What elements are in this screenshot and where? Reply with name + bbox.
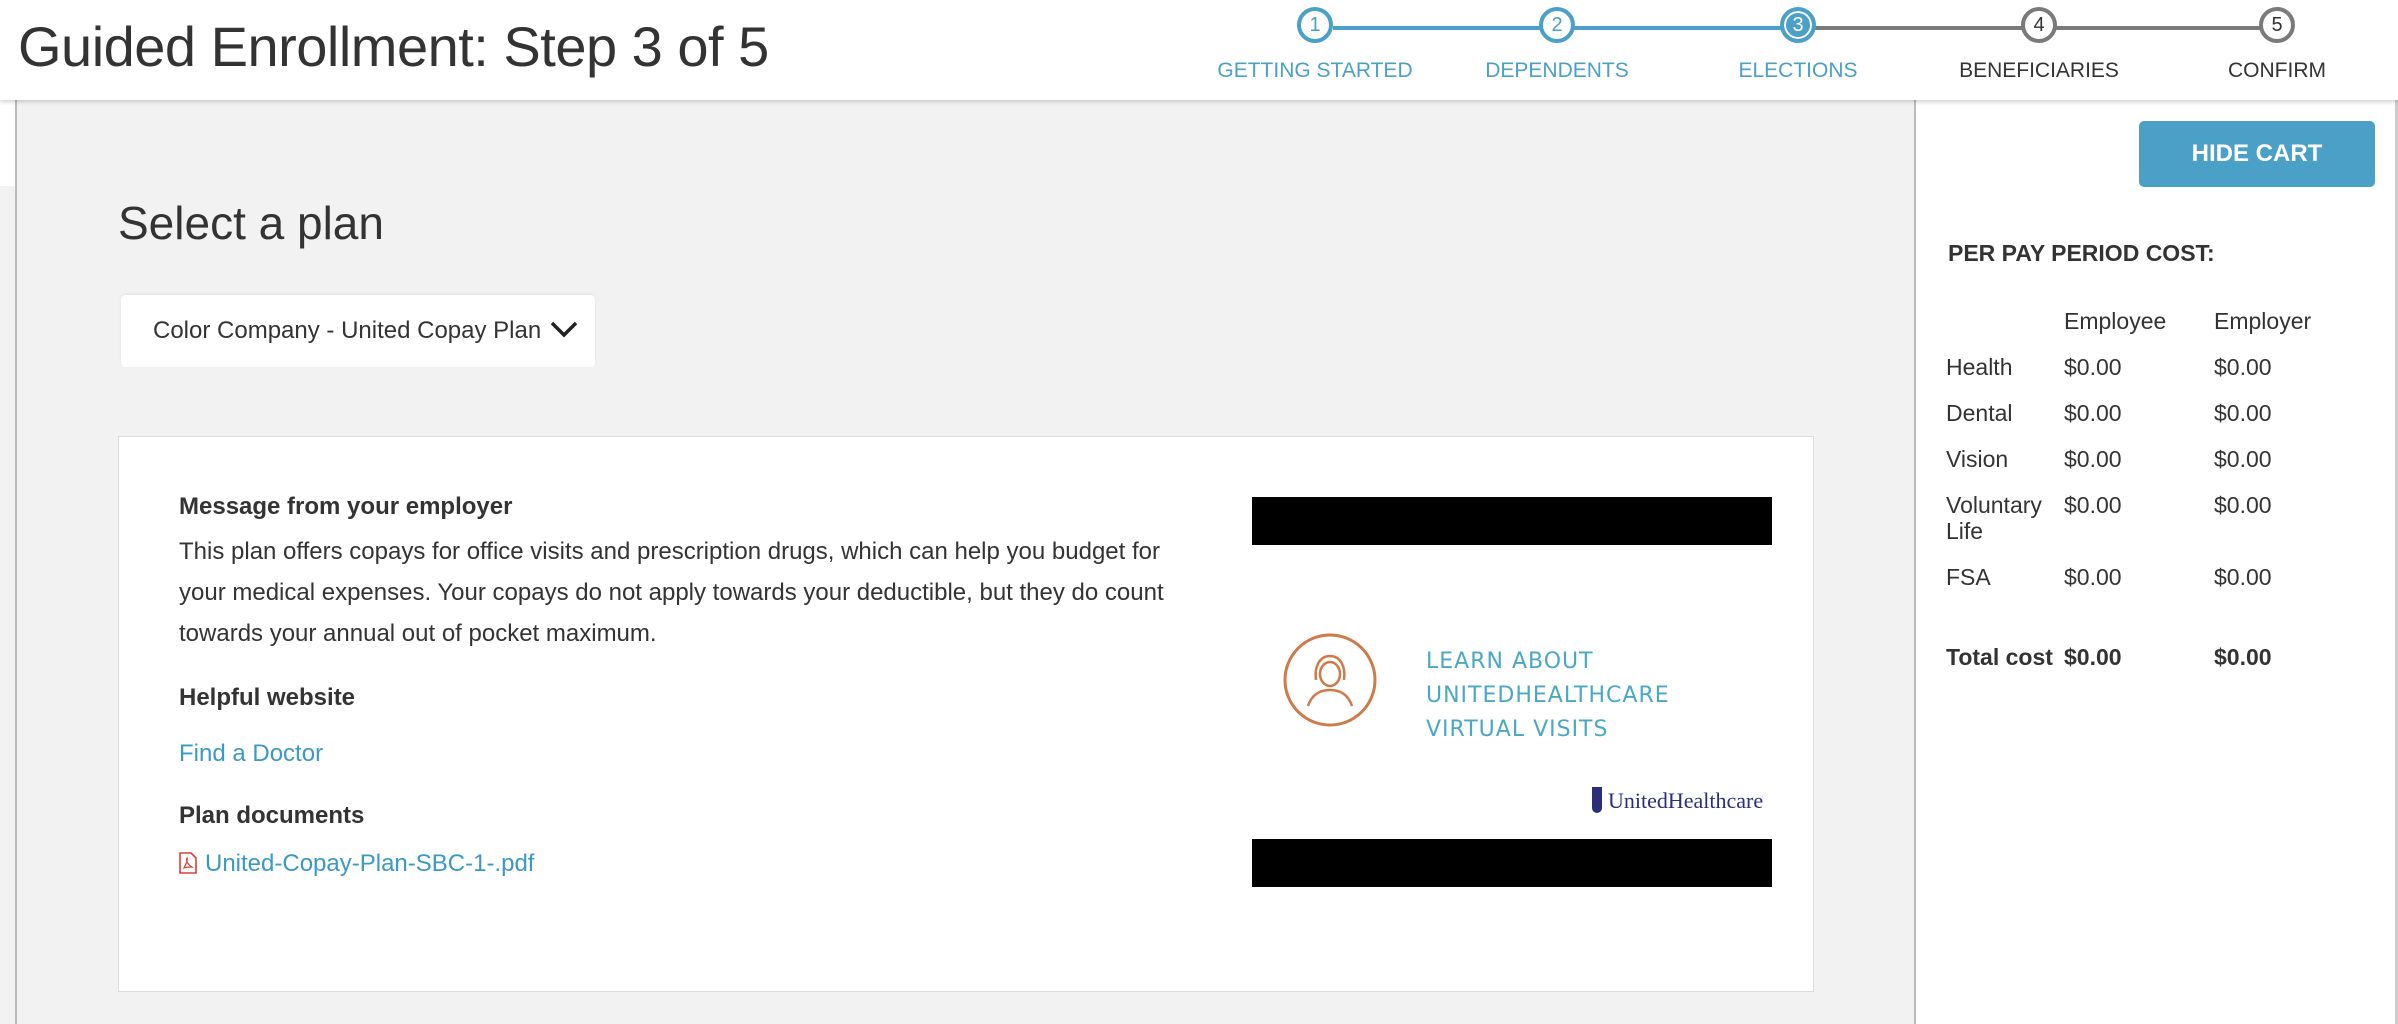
step-confirm: 5 CONFIRM [2157, 7, 2397, 83]
employee-cost: $0.00 [2064, 400, 2122, 426]
step-label: BENEFICIARIES [1959, 59, 2119, 82]
row-label: Voluntary Life [1946, 492, 2042, 544]
employer-cost: $0.00 [2214, 564, 2272, 590]
hide-cart-button[interactable]: HIDE CART [2139, 121, 2375, 187]
table-row: Dental $0.00 $0.00 [1946, 400, 2311, 446]
chevron-down-icon [550, 321, 578, 338]
step-dependents[interactable]: 2 DEPENDENTS [1437, 7, 1677, 83]
find-a-doctor-link[interactable]: Find a Doctor [179, 740, 323, 767]
step-number: 4 [2021, 7, 2057, 43]
plan-document-link[interactable]: United-Copay-Plan-SBC-1-.pdf [205, 850, 534, 877]
employee-total: $0.00 [2064, 644, 2122, 670]
caption-line: UNITEDHEALTHCARE [1426, 683, 1670, 708]
employee-cost: $0.00 [2064, 564, 2122, 590]
step-number: 1 [1297, 7, 1333, 43]
plan-select[interactable]: Color Company - United Copay Plan [121, 295, 595, 367]
plan-details-card: Message from your employer This plan off… [118, 436, 1814, 992]
letterbox-bar-top [1252, 497, 1772, 545]
header: Guided Enrollment: Step 3 of 5 1 GETTING… [0, 0, 2398, 100]
row-label: Vision [1946, 446, 2009, 472]
employee-cost: $0.00 [2064, 354, 2122, 380]
step-beneficiaries: 4 BENEFICIARIES [1919, 7, 2159, 83]
message-text: This plan offers copays for office visit… [179, 538, 1164, 647]
employee-cost: $0.00 [2064, 492, 2122, 518]
documents-heading: Plan documents [179, 802, 365, 829]
row-label: Total cost [1946, 644, 2053, 670]
column-header: Employer [2214, 308, 2312, 334]
step-label: CONFIRM [2228, 59, 2326, 82]
employer-cost: $0.00 [2214, 400, 2272, 426]
employee-cost: $0.00 [2064, 446, 2122, 472]
column-header: Employee [2064, 308, 2167, 334]
plan-select-value: Color Company - United Copay Plan [153, 317, 542, 344]
pdf-icon [179, 852, 197, 874]
left-gutter [0, 100, 15, 1024]
row-label: Dental [1946, 400, 2013, 426]
cart-panel: HIDE CART PER PAY PERIOD COST: Employee … [1916, 100, 2398, 1024]
video-thumbnail[interactable]: LEARN ABOUT UNITEDHEALTHCARE VIRTUAL VIS… [1252, 497, 1772, 887]
step-elections[interactable]: 3 ELECTIONS [1678, 7, 1918, 83]
step-number: 5 [2259, 7, 2295, 43]
table-row: FSA $0.00 $0.00 [1946, 564, 2311, 610]
row-label: Health [1946, 354, 2013, 380]
employer-total: $0.00 [2214, 644, 2272, 670]
step-label: DEPENDENTS [1485, 59, 1629, 82]
step-number: 2 [1539, 7, 1575, 43]
video-caption: LEARN ABOUT UNITEDHEALTHCARE VIRTUAL VIS… [1426, 645, 1670, 747]
person-icon [1283, 633, 1377, 727]
unitedhealthcare-logo: UnitedHealthcare [1592, 787, 1763, 814]
step-label: ELECTIONS [1738, 59, 1858, 82]
total-row: Total cost $0.00 $0.00 [1946, 610, 2311, 690]
letterbox-bar-bottom [1252, 839, 1772, 887]
website-heading: Helpful website [179, 684, 356, 711]
step-label: GETTING STARTED [1217, 59, 1413, 82]
column-header [1946, 308, 2064, 354]
employer-cost: $0.00 [2214, 446, 2272, 472]
cost-table: Employee Employer Health $0.00 $0.00 Denta… [1946, 308, 2311, 690]
row-label: FSA [1946, 564, 1991, 590]
employer-cost: $0.00 [2214, 354, 2272, 380]
caption-line: LEARN ABOUT [1426, 649, 1594, 674]
table-row: Voluntary Life $0.00 $0.00 [1946, 492, 2311, 564]
employer-cost: $0.00 [2214, 492, 2272, 518]
progress-stepper: 1 GETTING STARTED 2 DEPENDENTS 3 ELECTIO… [0, 0, 2398, 100]
table-row: Vision $0.00 $0.00 [1946, 446, 2311, 492]
caption-line: VIRTUAL VISITS [1426, 717, 1609, 742]
step-getting-started[interactable]: 1 GETTING STARTED [1195, 7, 1435, 83]
cost-title: PER PAY PERIOD COST: [1948, 240, 2215, 266]
main-content: Select a plan Color Company - United Cop… [15, 100, 1916, 1024]
step-number: 3 [1780, 7, 1816, 43]
left-gutter-top [0, 100, 15, 186]
table-header: Employee Employer [1946, 308, 2311, 354]
message-heading: Message from your employer [179, 493, 513, 520]
table-row: Health $0.00 $0.00 [1946, 354, 2311, 400]
logo-text: UnitedHealthcare [1608, 788, 1764, 813]
section-title: Select a plan [118, 197, 384, 249]
shield-icon [1592, 787, 1602, 813]
